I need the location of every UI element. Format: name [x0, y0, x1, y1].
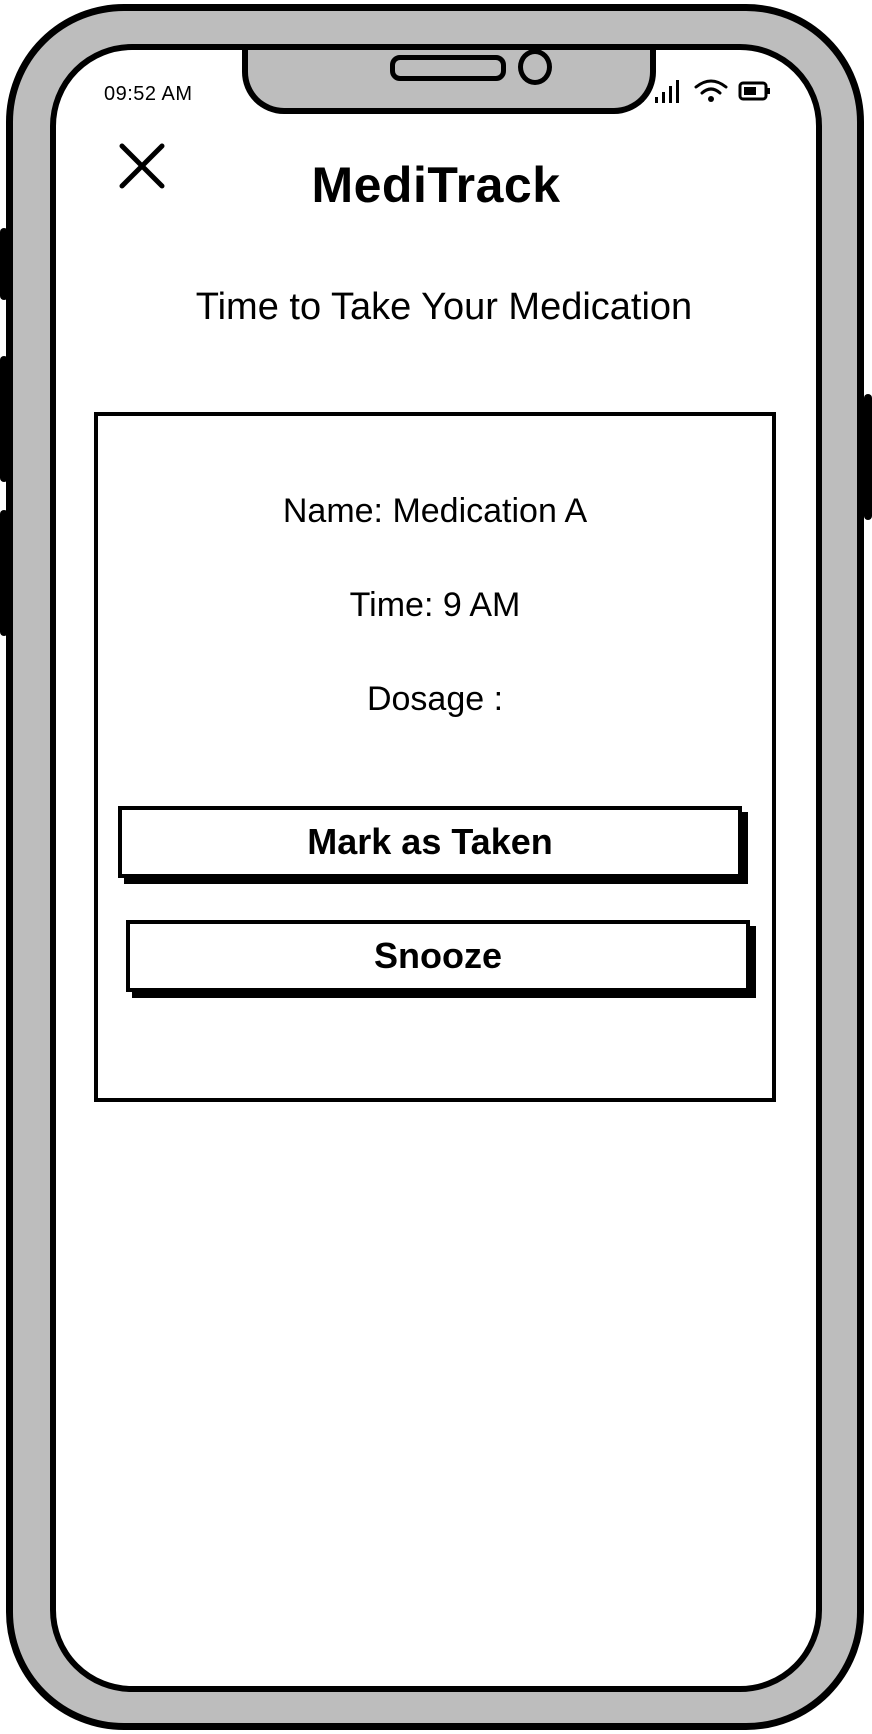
battery-icon	[738, 81, 770, 101]
status-time: 09:52 AM	[104, 83, 193, 105]
reminder-heading: Time to Take Your Medication	[195, 286, 693, 328]
power-button	[864, 394, 872, 520]
medication-time: Time: 9 AM	[349, 586, 521, 624]
notch	[242, 50, 656, 114]
phone-screen: 09:52 AM MediTrack Time to Take Your Med…	[50, 44, 822, 1692]
wifi-icon	[694, 79, 728, 102]
medication-dosage: Dosage :	[366, 680, 504, 718]
volume-down-button	[0, 510, 8, 636]
status-icons	[654, 78, 772, 104]
speaker-grille	[390, 55, 506, 81]
mark-as-taken-button[interactable]: Mark as Taken	[118, 806, 742, 878]
front-camera	[518, 50, 552, 85]
medication-card: Name: Medication A Time: 9 AM Dosage : M…	[94, 412, 776, 1102]
snooze-button[interactable]: Snooze	[126, 920, 750, 992]
mute-switch	[0, 228, 8, 300]
medication-name: Name: Medication A	[282, 492, 588, 530]
app-title: MediTrack	[311, 157, 561, 213]
signal-icon	[655, 80, 679, 103]
volume-up-button	[0, 356, 8, 482]
